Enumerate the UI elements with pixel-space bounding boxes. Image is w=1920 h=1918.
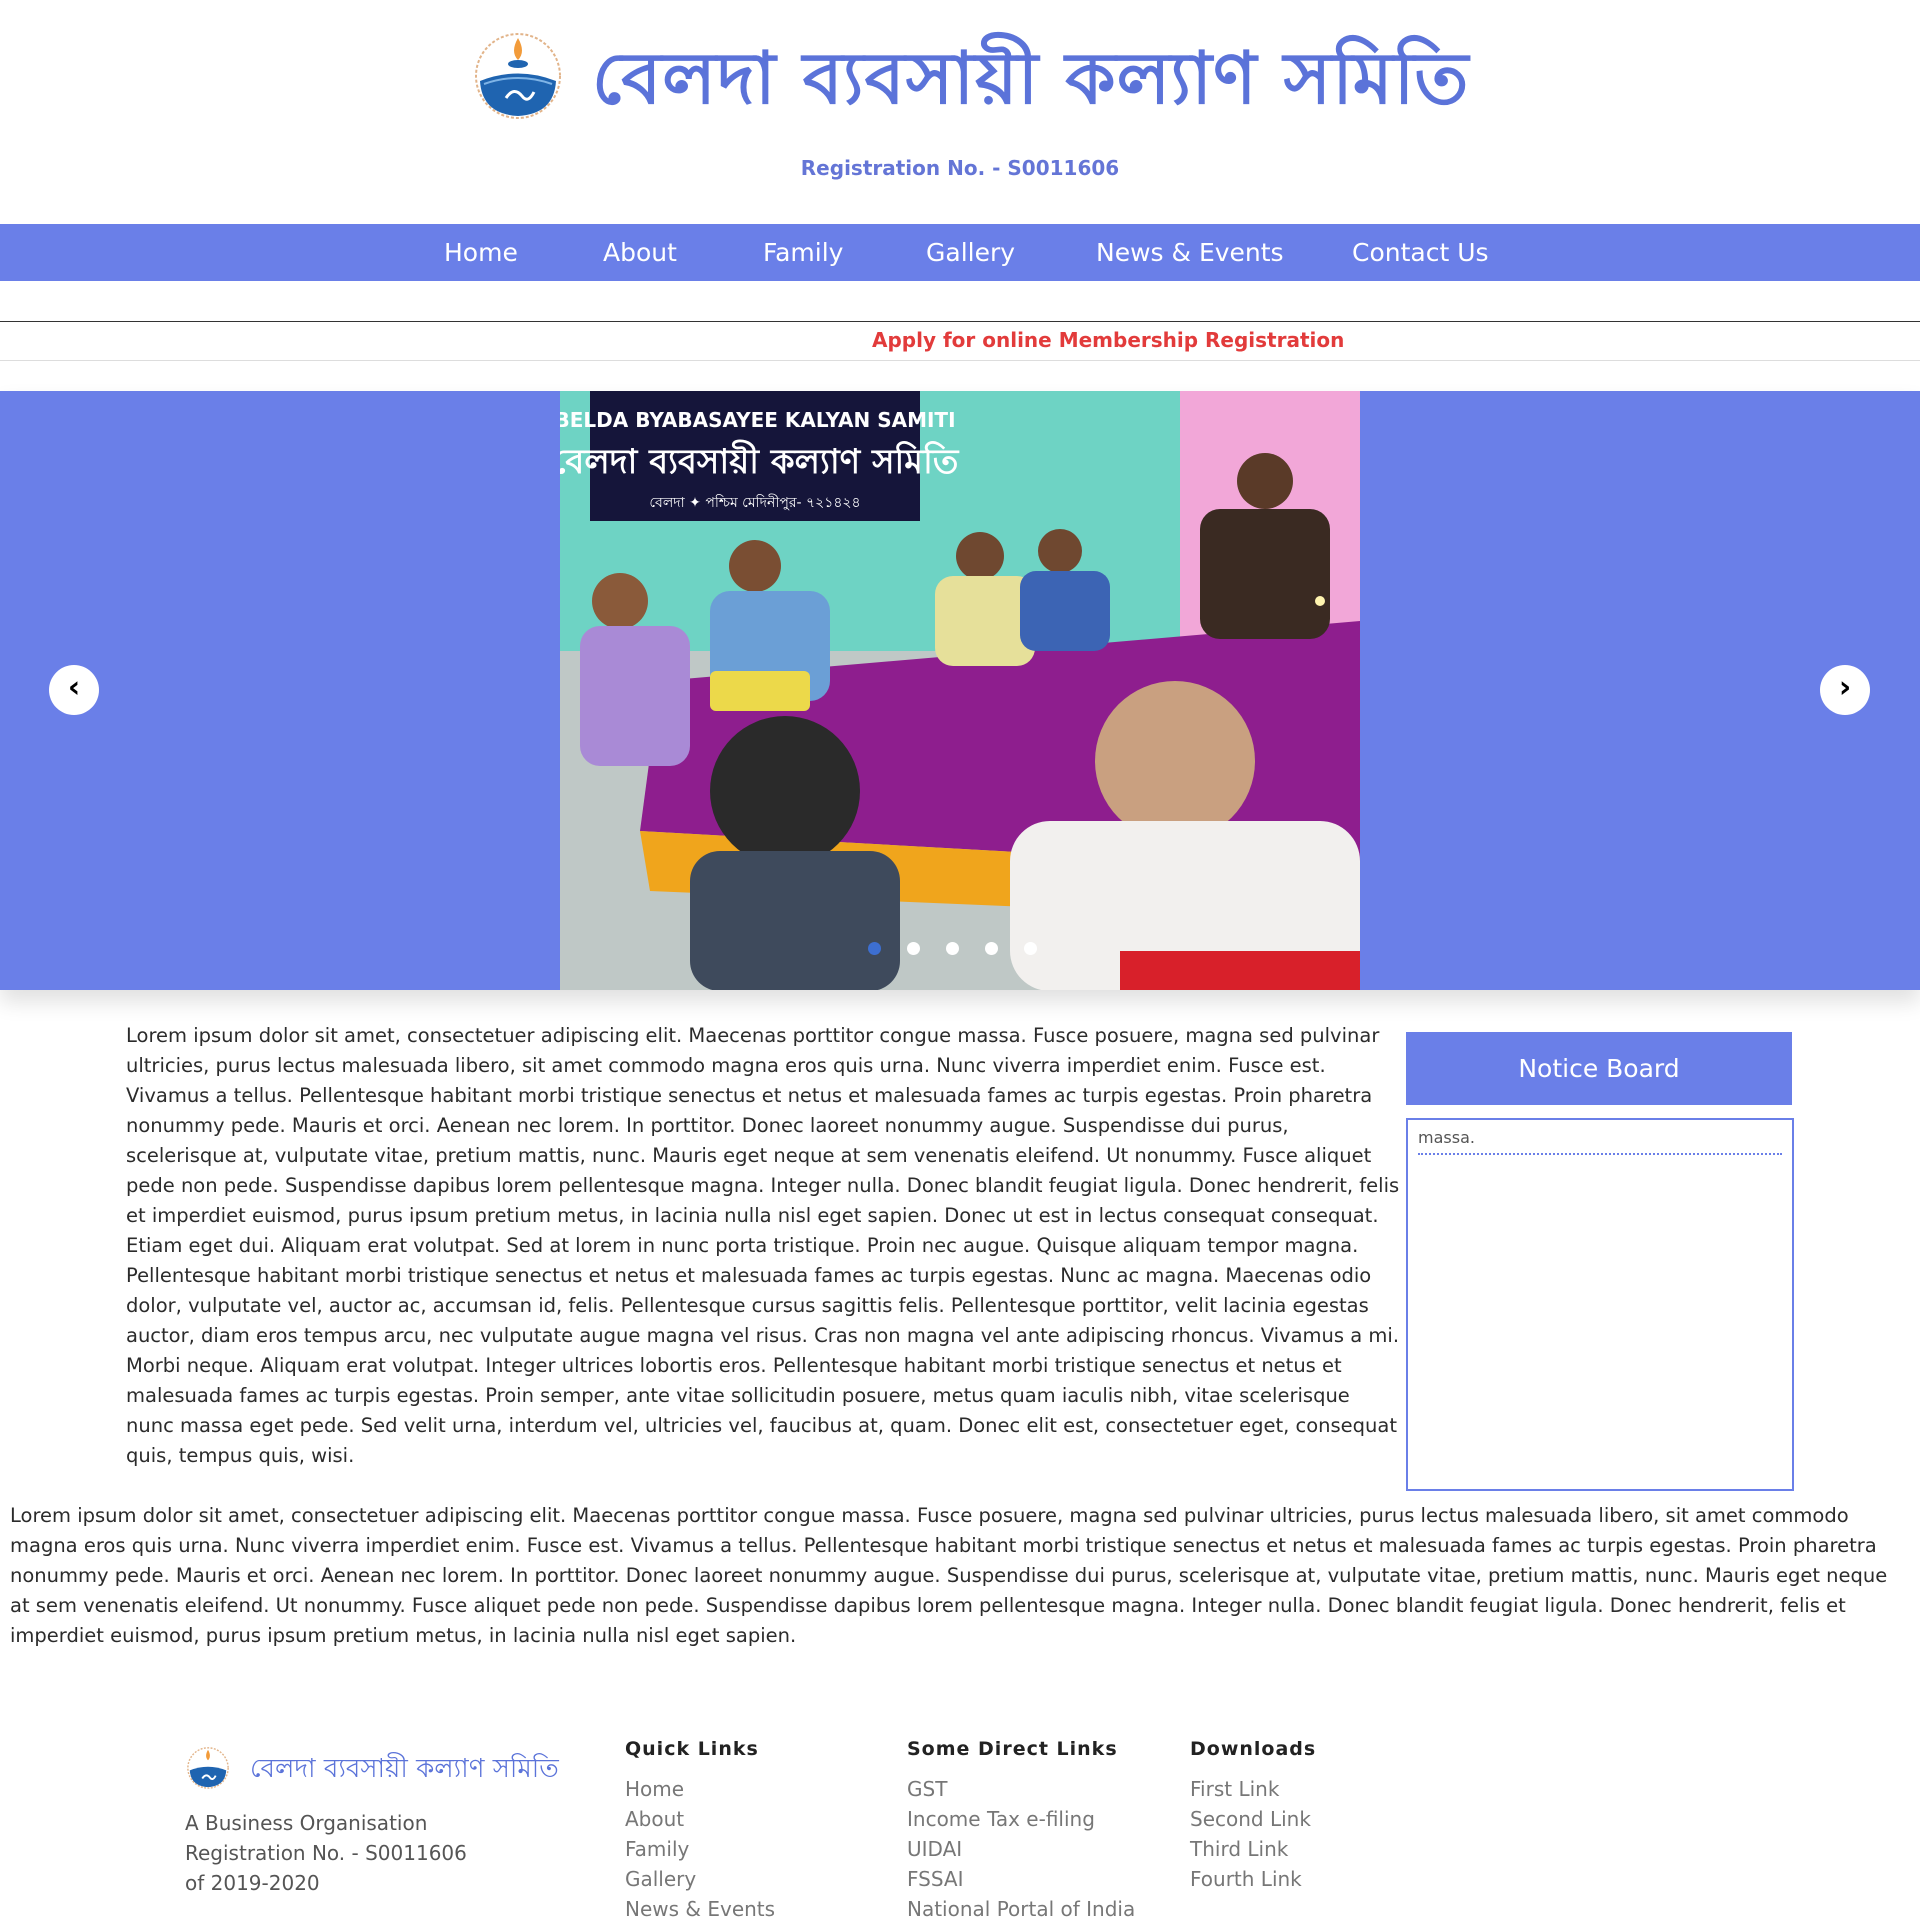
site-title: বেলদা ব্যবসায়ী কল্যাণ সমিতি: [592, 36, 1470, 120]
slider-dot[interactable]: [907, 942, 920, 955]
quick-link-family[interactable]: Family: [625, 1834, 775, 1864]
membership-registration-link[interactable]: Apply for online Membership Registration: [872, 328, 1344, 352]
main-description: Lorem ipsum dolor sit amet, consectetuer…: [126, 1024, 1400, 1467]
secondary-description: Lorem ipsum dolor sit amet, consectetuer…: [10, 1504, 1888, 1647]
banner-line-1: BELDA BYABASAYEE KALYAN SAMITI: [560, 408, 956, 432]
footer-quick-links: Quick Links Home About Family Gallery Ne…: [625, 1738, 775, 1918]
logo-emblem-icon: [187, 1747, 229, 1789]
notice-item[interactable]: massa.: [1418, 1128, 1782, 1155]
slider-dot[interactable]: [868, 942, 881, 955]
footer-title: বেলদা ব্যবসায়ী কল্যাণ সমিতি: [250, 1754, 559, 1784]
quick-link-gallery[interactable]: Gallery: [625, 1864, 775, 1894]
direct-link-income-tax[interactable]: Income Tax e-filing: [907, 1804, 1135, 1834]
footer-logo[interactable]: [185, 1744, 231, 1790]
download-link-first[interactable]: First Link: [1190, 1774, 1316, 1804]
footer-downloads: Downloads First Link Second Link Third L…: [1190, 1738, 1316, 1894]
nav-item-news-events[interactable]: News & Events: [1096, 224, 1284, 281]
footer-description: A Business Organisation Registration No.…: [185, 1811, 467, 1895]
site-header: বেলদা ব্যবসায়ী কল্যাণ সমিতি Registratio…: [0, 0, 1920, 224]
banner-line-2: বেলদা ব্যবসায়ী কল্যাণ সমিতি: [560, 439, 960, 482]
direct-link-uidai[interactable]: UIDAI: [907, 1834, 1135, 1864]
slide-image: BELDA BYABASAYEE KALYAN SAMITI বেলদা ব্য…: [560, 391, 1360, 990]
image-slider: BELDA BYABASAYEE KALYAN SAMITI বেলদা ব্য…: [0, 391, 1920, 990]
slider-next-button[interactable]: ›: [1820, 665, 1870, 715]
quick-link-home[interactable]: Home: [625, 1774, 775, 1804]
nav-item-home[interactable]: Home: [444, 224, 518, 281]
direct-links-heading: Some Direct Links: [907, 1738, 1118, 1760]
slider-dot[interactable]: [1024, 942, 1037, 955]
nav-item-gallery[interactable]: Gallery: [926, 224, 1015, 281]
site-logo[interactable]: [470, 26, 566, 122]
registration-number: Registration No. - S0011606: [800, 156, 1120, 180]
logo-emblem-icon: [475, 33, 561, 119]
notice-board-list[interactable]: massa.: [1406, 1118, 1794, 1491]
quick-link-about[interactable]: About: [625, 1804, 775, 1834]
download-link-second[interactable]: Second Link: [1190, 1804, 1316, 1834]
notice-board-title: Notice Board: [1406, 1032, 1792, 1105]
banner-line-3: বেলদা ✦ পশ্চিম মেদিনীপুর- ৭২১৪২৪: [649, 494, 860, 511]
slider-dot[interactable]: [946, 942, 959, 955]
site-footer: বেলদা ব্যবসায়ী কল্যাণ সমিতি A Business …: [0, 1720, 1920, 1918]
notice-board: Notice Board massa.: [1406, 1032, 1794, 1491]
download-link-fourth[interactable]: Fourth Link: [1190, 1864, 1316, 1894]
nav-item-contact-us[interactable]: Contact Us: [1352, 224, 1489, 281]
quick-link-news-events[interactable]: News & Events: [625, 1894, 775, 1918]
meeting-photo: BELDA BYABASAYEE KALYAN SAMITI বেলদা ব্য…: [560, 391, 1360, 990]
downloads-heading: Downloads: [1190, 1738, 1317, 1760]
direct-link-gst[interactable]: GST: [907, 1774, 1135, 1804]
main-nav: Home About Family Gallery News & Events …: [0, 224, 1920, 281]
footer-direct-links: Some Direct Links GST Income Tax e-filin…: [907, 1738, 1135, 1918]
slider-prev-button[interactable]: ‹: [49, 665, 99, 715]
slider-dot[interactable]: [985, 942, 998, 955]
nav-item-about[interactable]: About: [603, 224, 677, 281]
direct-link-national-portal[interactable]: National Portal of India: [907, 1894, 1135, 1918]
quick-links-heading: Quick Links: [625, 1738, 759, 1760]
direct-link-fssai[interactable]: FSSAI: [907, 1864, 1135, 1894]
download-link-third[interactable]: Third Link: [1190, 1834, 1316, 1864]
nav-item-family[interactable]: Family: [763, 224, 843, 281]
announcement-strip: Apply for online Membership Registration: [0, 321, 1920, 361]
